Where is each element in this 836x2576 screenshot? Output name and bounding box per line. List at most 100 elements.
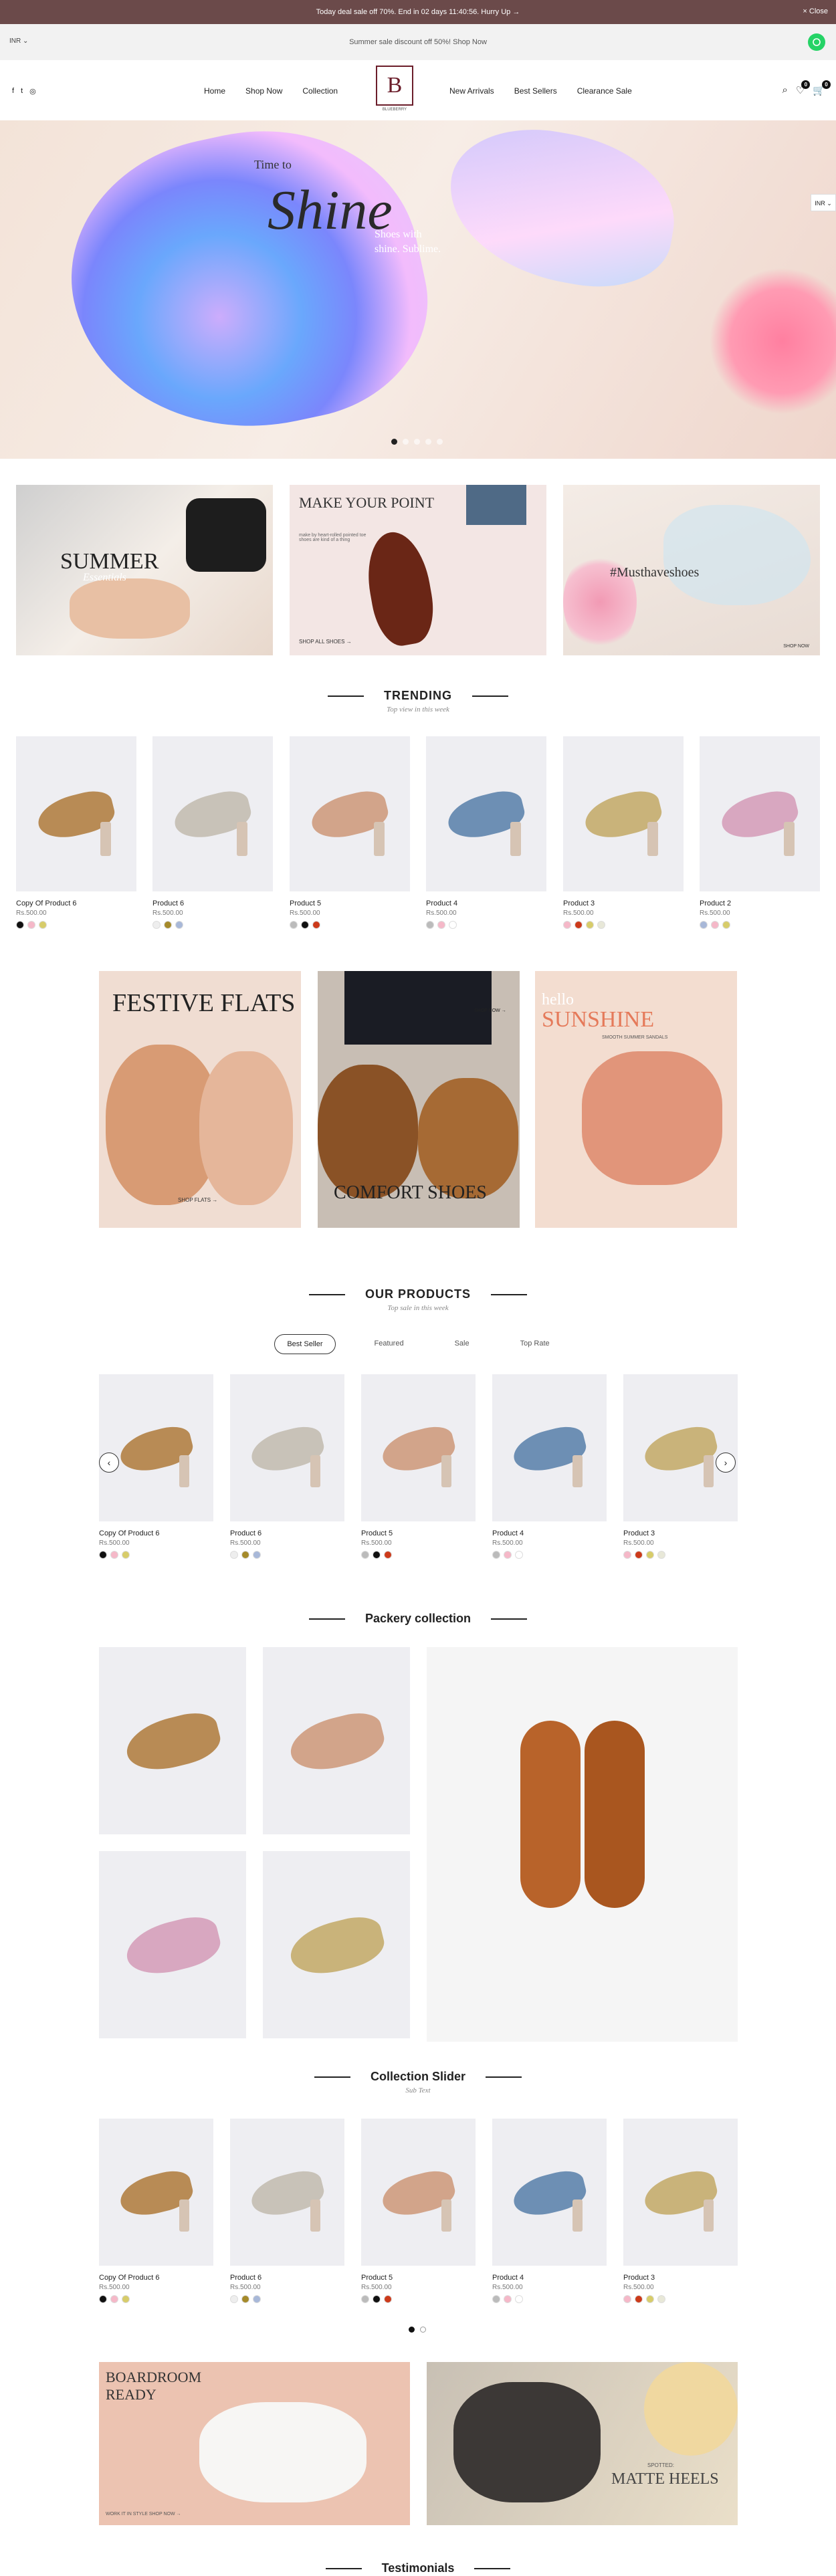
product-card[interactable]: Product 5 Rs.500.00 [361,2119,476,2303]
product-card[interactable]: Product 4 Rs.500.00 [426,736,546,929]
color-swatch[interactable] [384,1551,392,1559]
color-swatch[interactable] [241,2295,249,2303]
color-swatch[interactable] [384,2295,392,2303]
product-card[interactable]: Copy Of Product 6 Rs.500.00 [16,736,136,929]
hero-dot[interactable] [437,439,443,445]
color-swatch[interactable] [623,2295,631,2303]
banner-summer[interactable]: SUMMER Essentials [16,485,273,655]
packery-tile[interactable] [99,1647,246,1834]
packery-tile[interactable] [263,1647,410,1834]
product-name[interactable]: Product 4 [492,1529,607,1537]
color-swatch[interactable] [361,2295,369,2303]
nav-new-arrivals[interactable]: New Arrivals [449,86,494,96]
color-swatch[interactable] [152,921,161,929]
product-card[interactable]: Product 5 Rs.500.00 [290,736,410,929]
product-image[interactable] [492,1374,607,1521]
color-swatch[interactable] [563,921,571,929]
color-swatch[interactable] [515,2295,523,2303]
collection-dot[interactable] [420,2327,426,2333]
hero-dot[interactable] [391,439,397,445]
tab-best-seller[interactable]: Best Seller [274,1334,336,1354]
color-swatch[interactable] [515,1551,523,1559]
currency-selector[interactable]: INR ⌄ [9,37,28,45]
product-image[interactable] [492,2119,607,2266]
color-swatch[interactable] [290,921,298,929]
hero-slider[interactable]: Time to Shine Shoes with shine. Sublime. … [0,120,836,459]
color-swatch[interactable] [646,1551,654,1559]
color-swatch[interactable] [657,1551,665,1559]
product-name[interactable]: Product 6 [152,899,273,907]
color-swatch[interactable] [253,1551,261,1559]
hero-dot[interactable] [425,439,431,445]
product-image[interactable] [230,1374,344,1521]
search-icon[interactable]: ⌕ [782,84,787,96]
color-swatch[interactable] [99,1551,107,1559]
product-name[interactable]: Product 5 [290,899,410,907]
color-swatch[interactable] [373,2295,381,2303]
festive-cta[interactable]: SHOP FLATS → [178,1197,217,1203]
banner-point-cta[interactable]: SHOP ALL SHOES → [299,639,352,645]
product-card[interactable]: Product 6 Rs.500.00 [230,1374,344,1559]
color-swatch[interactable] [449,921,457,929]
color-swatch[interactable] [711,921,719,929]
product-image[interactable] [623,1374,738,1521]
comfort-cta[interactable]: SHOP NOW → [474,1008,506,1013]
prev-arrow-icon[interactable]: ‹ [99,1453,119,1473]
product-card[interactable]: Product 5 Rs.500.00 [361,1374,476,1559]
product-card[interactable]: Product 4 Rs.500.00 [492,2119,607,2303]
color-swatch[interactable] [122,1551,130,1559]
product-image[interactable] [99,2119,213,2266]
product-image[interactable] [230,2119,344,2266]
color-swatch[interactable] [27,921,35,929]
tab-featured[interactable]: Featured [362,1334,416,1354]
product-image[interactable] [361,2119,476,2266]
wishlist-icon[interactable]: ♡ 0 [796,80,811,96]
twitter-icon[interactable]: t [21,87,23,96]
instagram-icon[interactable]: ◎ [29,87,36,96]
color-swatch[interactable] [597,921,605,929]
boardroom-cta[interactable]: WORK IT IN STYLE SHOP NOW → [106,2512,181,2516]
product-card[interactable]: Copy Of Product 6 Rs.500.00 [99,2119,213,2303]
color-swatch[interactable] [646,2295,654,2303]
product-image[interactable] [290,736,410,891]
product-name[interactable]: Product 6 [230,2274,344,2282]
product-card[interactable]: Product 4 Rs.500.00 [492,1374,607,1559]
product-name[interactable]: Product 3 [623,2274,738,2282]
color-swatch[interactable] [586,921,594,929]
product-image[interactable] [700,736,820,891]
product-name[interactable]: Copy Of Product 6 [99,2274,213,2282]
product-card[interactable]: Product 3 Rs.500.00 [563,736,684,929]
color-swatch[interactable] [635,1551,643,1559]
color-swatch[interactable] [623,1551,631,1559]
promo-text[interactable]: Summer sale discount off 50%! Shop Now [349,38,487,46]
color-swatch[interactable] [492,1551,500,1559]
banner-musthave[interactable]: #Musthaveshoes SHOP NOW [563,485,820,655]
packery-tile[interactable] [263,1851,410,2038]
packery-large-tile[interactable] [427,1647,738,2042]
nav-home[interactable]: Home [204,86,225,96]
product-name[interactable]: Copy Of Product 6 [16,899,136,907]
next-arrow-icon[interactable]: › [716,1453,736,1473]
nav-collection[interactable]: Collection [302,86,338,96]
nav-shop-now[interactable]: Shop Now [245,86,282,96]
color-swatch[interactable] [574,921,583,929]
product-name[interactable]: Product 4 [426,899,546,907]
facebook-icon[interactable]: f [12,87,14,96]
color-swatch[interactable] [110,2295,118,2303]
product-card[interactable]: Product 3 Rs.500.00 [623,2119,738,2303]
product-image[interactable] [99,1374,213,1521]
product-image[interactable] [152,736,273,891]
color-swatch[interactable] [635,2295,643,2303]
product-image[interactable] [16,736,136,891]
product-image[interactable] [426,736,546,891]
product-name[interactable]: Product 2 [700,899,820,907]
color-swatch[interactable] [16,921,24,929]
color-swatch[interactable] [657,2295,665,2303]
color-swatch[interactable] [312,921,320,929]
banner-comfort-shoes[interactable]: COMFORT SHOES SHOP NOW → [318,971,520,1228]
color-swatch[interactable] [122,2295,130,2303]
close-announcement-button[interactable]: × Close [803,7,828,15]
hero-dot[interactable] [414,439,420,445]
banner-musthave-cta[interactable]: SHOP NOW [783,644,809,649]
color-swatch[interactable] [504,1551,512,1559]
